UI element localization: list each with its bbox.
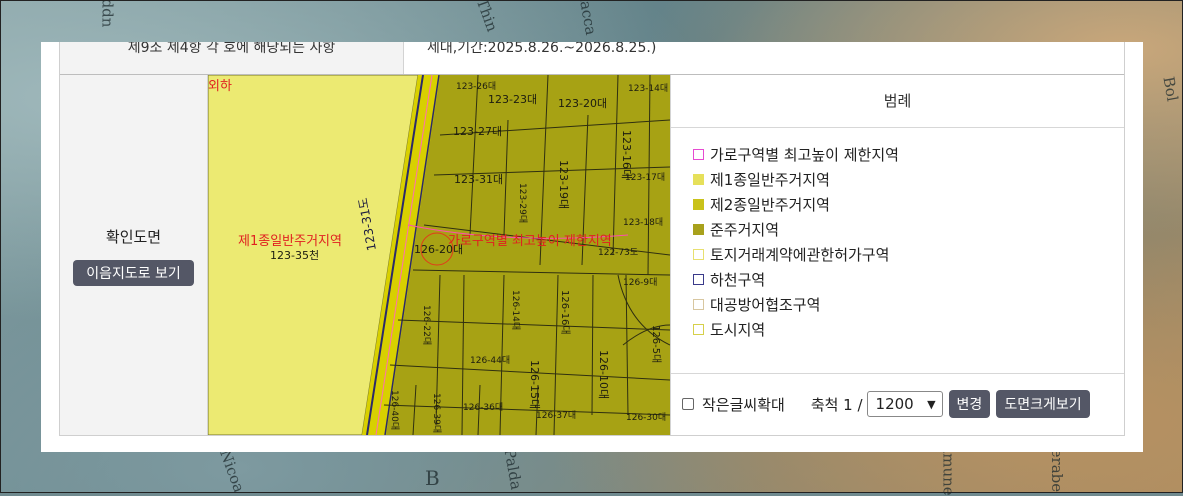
- parcel-label: 126-30대: [626, 412, 666, 423]
- scale-label: 축척 1 /: [810, 395, 863, 414]
- legend-item: 가로구역별 최고높이 제한지역: [693, 142, 1124, 167]
- legend-item: 도시지역: [693, 317, 1124, 342]
- view-eum-map-button[interactable]: 이음지도로 보기: [73, 260, 194, 286]
- legend-label: 제1종일반주거지역: [710, 171, 830, 189]
- legend-swatch: [693, 274, 704, 285]
- legend-swatch: [693, 249, 704, 260]
- parcel-label: 126-37대: [536, 410, 576, 421]
- content-panel: 제9조 제4항 각 호에 해당되는 사항 세대,기간:2025.8.26.~20…: [41, 42, 1143, 452]
- parcel-label: 123-19대: [557, 160, 570, 209]
- legend-item: 제1종일반주거지역: [693, 167, 1124, 192]
- parcel-label: 126-39대: [431, 393, 442, 433]
- row-value: 세대,기간:2025.8.26.~2026.8.25.): [427, 42, 657, 56]
- legend-label: 하천구역: [710, 271, 766, 289]
- legend-item: 토지거래계약에관한허가구역: [693, 242, 1124, 267]
- legend-label: 토지거래계약에관한허가구역: [710, 246, 890, 264]
- bg-map-label: Palda: [500, 446, 526, 492]
- bg-map-label: Lacca: [574, 0, 601, 37]
- parcel-label: 123-20대: [558, 97, 607, 110]
- legend-label: 가로구역별 최고높이 제한지역: [710, 146, 899, 164]
- zoning-map-canvas: 123-26대 123-23대 123-20대 123-14대 123-27대 …: [208, 75, 670, 435]
- parcel-label: 123-26대: [456, 81, 496, 92]
- legend-panel: 범례 가로구역별 최고높이 제한지역 제1종일반주거지역 제2종일반주거지역 준…: [670, 75, 1124, 435]
- bg-map-label: ddn: [98, 0, 117, 28]
- legend-label: 대공방어협조구역: [710, 296, 821, 314]
- legend-title: 범례: [671, 75, 1124, 128]
- legend-label: 준주거지역: [710, 221, 780, 239]
- enlarge-map-button[interactable]: 도면크게보기: [996, 390, 1090, 418]
- parcel-label: 123-29대: [517, 183, 528, 223]
- chevron-down-icon: ▼: [927, 397, 936, 411]
- small-text-enlarge-label[interactable]: 작은글씨확대: [702, 394, 785, 415]
- parcel-label: 126-36대: [463, 402, 503, 413]
- parcel-label: 123-23대: [488, 93, 537, 106]
- legend-swatch: [693, 224, 704, 235]
- parcel-label: 126-15대: [528, 360, 541, 409]
- parcel-label: 126-22대: [421, 305, 432, 345]
- parcel-label-123-35: 123-35천: [270, 248, 319, 262]
- legend-label: 도시지역: [710, 321, 766, 339]
- zone-label-first-residential: 제1종일반주거지역: [238, 234, 342, 249]
- parcel-label: 123-17대: [625, 172, 665, 183]
- confirm-map-label: 확인도면: [105, 228, 162, 246]
- bg-map-label: Nicoa: [216, 447, 249, 495]
- bg-map-label: Thin: [472, 0, 502, 35]
- change-scale-button[interactable]: 변경: [948, 390, 991, 418]
- row-header: 제9조 제4항 각 호에 해당되는 사항: [60, 42, 404, 74]
- parcel-label: 123-14대: [628, 83, 668, 94]
- table-row-confirm-map: 확인도면 이음지도로 보기 123-26대 123-23대 123-20대 12…: [60, 75, 1124, 436]
- map-controls: 작은글씨확대 축척 1 / 1200 ▼ 변경 도면크게보기: [671, 373, 1124, 436]
- legend-label: 제2종일반주거지역: [710, 196, 830, 214]
- scale-select-value: 1200: [875, 395, 914, 413]
- confirm-map-header: 확인도면 이음지도로 보기: [60, 75, 208, 435]
- parcel-label: 122-73도: [598, 248, 638, 258]
- info-table: 제9조 제4항 각 호에 해당되는 사항 세대,기간:2025.8.26.~20…: [59, 42, 1125, 436]
- legend-item: 대공방어협조구역: [693, 292, 1124, 317]
- small-text-enlarge-checkbox[interactable]: [682, 398, 694, 410]
- parcel-label: 123-16대: [620, 130, 633, 179]
- legend-item: 제2종일반주거지역: [693, 192, 1124, 217]
- legend-list: 가로구역별 최고높이 제한지역 제1종일반주거지역 제2종일반주거지역 준주거지…: [671, 128, 1124, 342]
- legend-swatch: [693, 199, 704, 210]
- table-row: 제9조 제4항 각 호에 해당되는 사항 세대,기간:2025.8.26.~20…: [60, 42, 1124, 75]
- parcel-label: 123-27대: [453, 125, 502, 138]
- legend-swatch: [693, 324, 704, 335]
- parcel-label: 123-31대: [454, 173, 503, 186]
- parcel-label: 126-9대: [623, 277, 657, 288]
- parcel-label: 126-5대: [650, 325, 662, 363]
- zone-label-height-limit: 가로구역별 최고높이 제한지역: [448, 234, 612, 249]
- zoning-map[interactable]: 123-26대 123-23대 123-20대 123-14대 123-27대 …: [208, 75, 670, 435]
- legend-swatch: [693, 299, 704, 310]
- legend-item: 하천구역: [693, 267, 1124, 292]
- parcel-label: 126-44대: [470, 355, 510, 366]
- legend-swatch: [693, 149, 704, 160]
- parcel-label: 126-10대: [597, 350, 610, 399]
- parcel-label: 126-14대: [510, 290, 521, 330]
- parcel-label: 126-16대: [559, 290, 571, 335]
- legend-item: 준주거지역: [693, 217, 1124, 242]
- bg-map-label: B: [425, 466, 440, 490]
- legend-swatch: [693, 174, 704, 185]
- bg-map-label: Bol: [1159, 75, 1182, 103]
- parcel-label: 126-40대: [389, 390, 400, 430]
- map-top-left-text: 외하: [208, 79, 232, 94]
- scale-select[interactable]: 1200 ▼: [866, 391, 943, 417]
- parcel-label: 123-18대: [623, 217, 663, 228]
